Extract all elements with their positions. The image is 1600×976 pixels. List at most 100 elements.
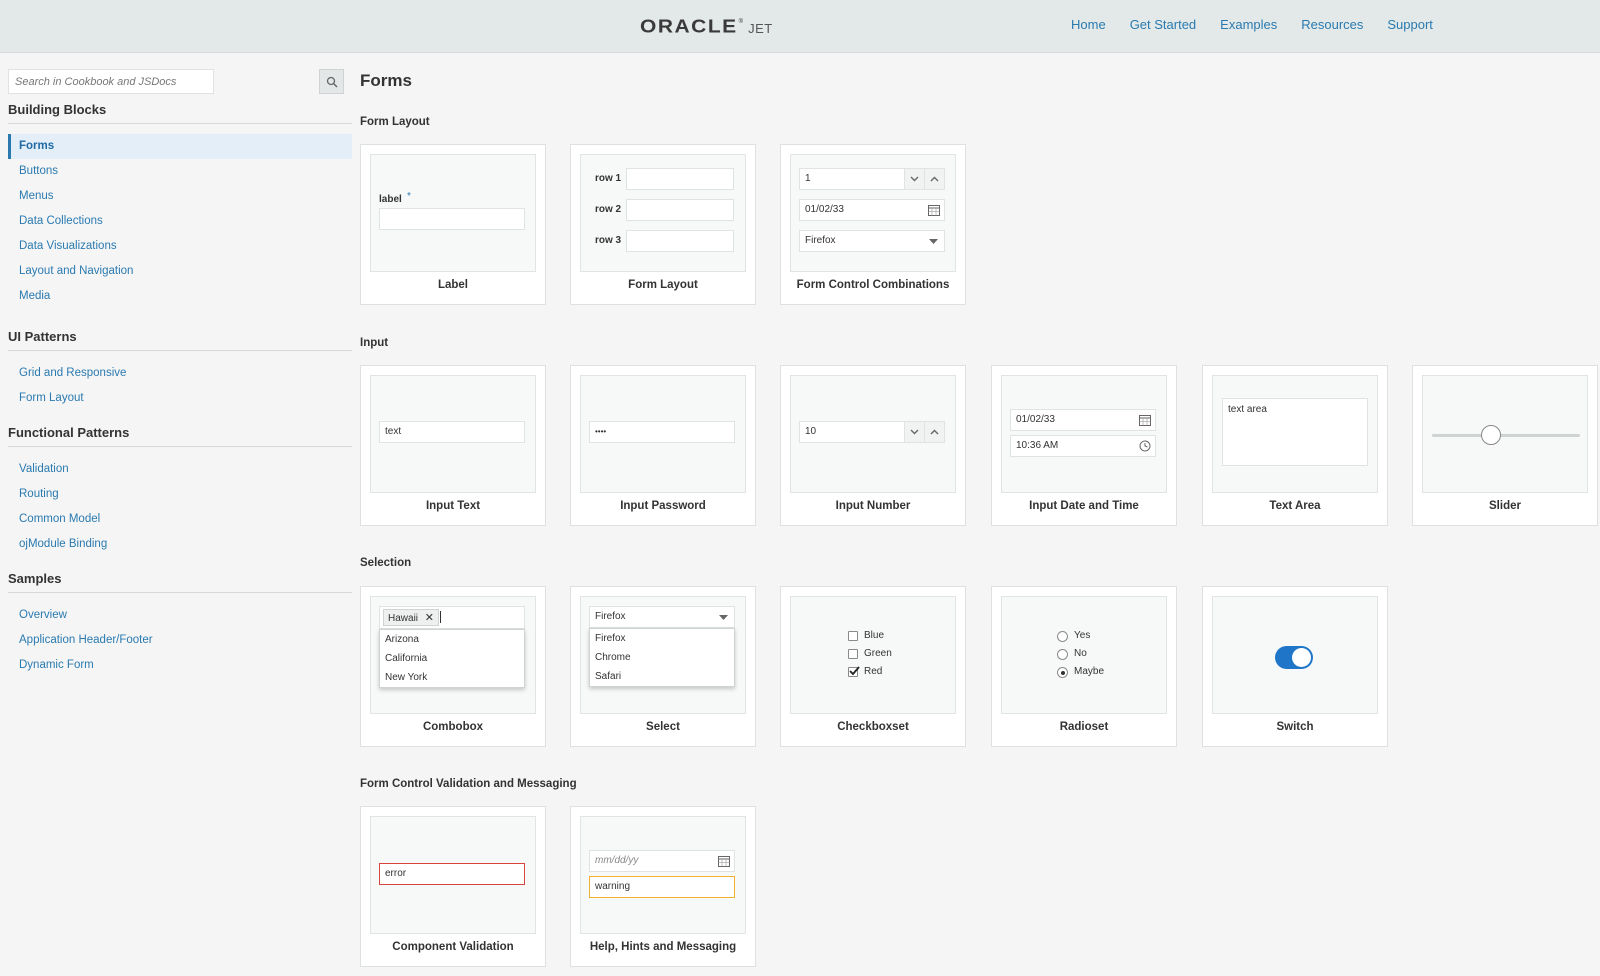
card-radioset[interactable]: Yes No Maybe Radioset [991, 586, 1177, 747]
sidebar-search [8, 69, 214, 94]
sidebar-item-media[interactable]: Media [8, 284, 352, 309]
card-title: Text Area [1269, 500, 1321, 512]
demo-text-input: text [379, 421, 525, 443]
chevron-down-icon [904, 169, 924, 189]
card-title: Slider [1489, 500, 1521, 512]
card-title: Form Control Combinations [796, 279, 950, 291]
card-switch[interactable]: Switch [1202, 586, 1388, 747]
row-label: row 3 [595, 235, 622, 246]
sidebar-item-data-visualizations[interactable]: Data Visualizations [8, 234, 352, 259]
card-component-validation[interactable]: error Component Validation [360, 806, 546, 967]
demo-label-input [379, 208, 525, 230]
card-text-area[interactable]: text area Text Area [1202, 365, 1388, 526]
search-button[interactable] [319, 69, 344, 94]
card-input-date-time[interactable]: 01/02/33 10:36 AM Input Date and Time [991, 365, 1177, 526]
demo-textarea: text area [1222, 398, 1368, 466]
calendar-icon [718, 856, 730, 867]
sidebar-heading: UI Patterns [8, 329, 352, 351]
oracle-jet-logo[interactable]: ORACLE ® JET [640, 15, 773, 39]
dropdown-option: Arizona [385, 634, 419, 645]
nav-support[interactable]: Support [1387, 17, 1433, 32]
nav-get-started[interactable]: Get Started [1130, 17, 1196, 32]
card-form-layout[interactable]: row 1 row 2 row 3 Form Layout [570, 144, 756, 305]
top-header: ORACLE ® JET Home Get Started Examples R… [0, 0, 1600, 53]
sidebar-item-data-collections[interactable]: Data Collections [8, 209, 352, 234]
chip-label: Hawaii [388, 613, 419, 624]
demo-time-input: 10:36 AM [1010, 435, 1156, 457]
card-title: Switch [1276, 721, 1314, 733]
caret-down-icon [719, 615, 728, 620]
nav-resources[interactable]: Resources [1301, 17, 1363, 32]
card-label[interactable]: label * Label [360, 144, 546, 305]
sidebar-item-common-model[interactable]: Common Model [8, 507, 352, 532]
page-title: Forms [360, 71, 412, 90]
card-checkboxset[interactable]: Blue Green Red Checkboxset [780, 586, 966, 747]
demo-combobox-input: Hawaii ✕ [379, 606, 525, 629]
card-preview: Firefox Firefox Chrome Safari [580, 596, 746, 714]
card-title: Combobox [422, 721, 484, 733]
radio-button-selected [1057, 667, 1068, 678]
card-slider[interactable]: Slider [1412, 365, 1598, 526]
radio-button [1057, 631, 1068, 642]
row-input [626, 230, 734, 252]
sidebar-item-validation[interactable]: Validation [8, 457, 352, 482]
required-mark: * [407, 191, 411, 202]
clock-icon [1139, 440, 1151, 452]
sidebar-item-app-header-footer[interactable]: Application Header/Footer [8, 628, 352, 653]
sidebar-item-ojmodule-binding[interactable]: ojModule Binding [8, 532, 352, 557]
sidebar-item-forms[interactable]: Forms [8, 134, 352, 159]
demo-password-input: •••• [589, 421, 735, 443]
checkbox-label: Green [864, 648, 892, 659]
card-preview: row 1 row 2 row 3 [580, 154, 746, 272]
combobox-dropdown: Arizona California New York [379, 629, 525, 688]
card-input-text[interactable]: text Input Text [360, 365, 546, 526]
card-preview: Blue Green Red [790, 596, 956, 714]
search-icon [326, 76, 338, 88]
sidebar-item-buttons[interactable]: Buttons [8, 159, 352, 184]
card-preview: label * [370, 154, 536, 272]
time-value: 10:36 AM [1016, 440, 1059, 451]
section-title-selection: Selection [360, 557, 412, 569]
card-help-hints[interactable]: mm/dd/yy warning Help, Hints and Messagi… [570, 806, 756, 967]
radio-dot [1060, 670, 1065, 675]
radio-label: Yes [1074, 630, 1091, 641]
calendar-icon [1139, 415, 1151, 426]
card-input-number[interactable]: 10 Input Number [780, 365, 966, 526]
sidebar-item-overview[interactable]: Overview [8, 603, 352, 628]
card-input-password[interactable]: •••• Input Password [570, 365, 756, 526]
card-form-control-combinations[interactable]: 1 01/02/33 Firefox Form Control Combinat… [780, 144, 966, 305]
card-select[interactable]: Firefox Firefox Chrome Safari Select [570, 586, 756, 747]
sidebar-item-form-layout[interactable]: Form Layout [8, 386, 352, 411]
nav-examples[interactable]: Examples [1220, 17, 1277, 32]
card-preview: 01/02/33 10:36 AM [1001, 375, 1167, 493]
sidebar-heading: Functional Patterns [8, 425, 352, 447]
sidebar-item-menus[interactable]: Menus [8, 184, 352, 209]
row-input [626, 199, 734, 221]
nav-home[interactable]: Home [1071, 17, 1106, 32]
card-preview [1212, 596, 1378, 714]
sidebar-item-routing[interactable]: Routing [8, 482, 352, 507]
card-preview: 1 01/02/33 Firefox [790, 154, 956, 272]
card-title: Form Layout [628, 279, 698, 291]
close-icon: ✕ [424, 612, 435, 624]
demo-date-input: mm/dd/yy [589, 850, 735, 872]
demo-select: Firefox [589, 606, 735, 628]
switch-thumb [1292, 648, 1311, 667]
select-value: Firefox [595, 611, 626, 622]
slider-thumb [1481, 425, 1502, 445]
sidebar-item-dynamic-form[interactable]: Dynamic Form [8, 653, 352, 678]
sidebar-item-layout-navigation[interactable]: Layout and Navigation [8, 259, 352, 284]
radio-button [1057, 649, 1068, 660]
radio-label: No [1074, 648, 1087, 659]
chevron-down-icon [904, 422, 924, 442]
dropdown-option: California [385, 653, 428, 664]
sidebar-item-grid-responsive[interactable]: Grid and Responsive [8, 361, 352, 386]
demo-date-input: 01/02/33 [1010, 409, 1156, 431]
sidebar-group-building-blocks: Building Blocks Forms Buttons Menus Data… [8, 102, 352, 309]
logo-oracle-text: ORACLE [640, 16, 738, 37]
search-input[interactable] [8, 69, 214, 94]
sidebar-heading: Building Blocks [8, 102, 352, 124]
demo-number-input: 1 [799, 168, 945, 190]
card-combobox[interactable]: Hawaii ✕ Arizona California New York Com… [360, 586, 546, 747]
checkmark-icon [849, 666, 860, 676]
